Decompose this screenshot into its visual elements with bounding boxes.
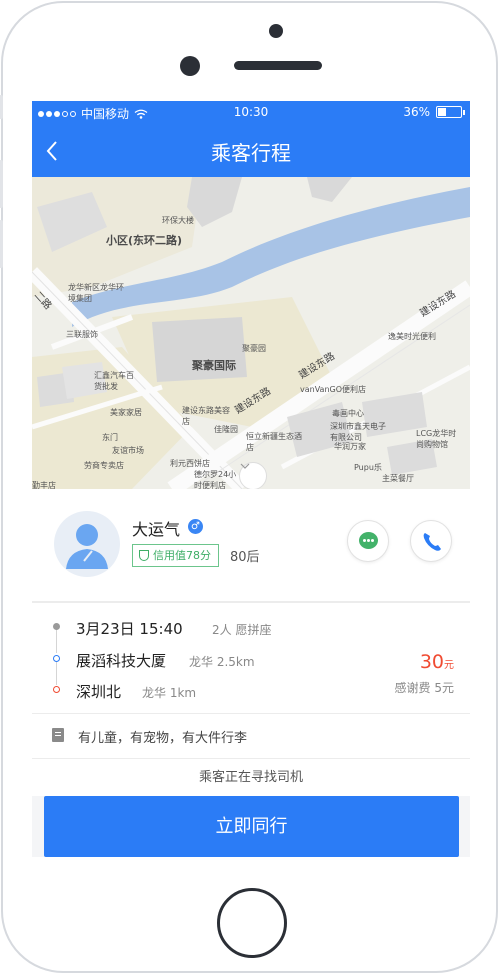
trip-date: 3月23日 15:40 (76, 618, 183, 639)
page-title: 乘客行程 (211, 141, 291, 165)
price-unit: 元 (444, 660, 454, 671)
avatar (54, 511, 120, 577)
front-camera (269, 24, 283, 38)
passenger-card: 大运气 ♂ 信用值78分 80后 (32, 489, 470, 602)
map-poi: Pupu乐 (354, 463, 382, 472)
map-poi: 深圳市鑫天电子有限公司 (330, 422, 386, 442)
route-line (56, 629, 57, 653)
nav-bar: 乘客行程 (32, 124, 470, 177)
volume-down-button (0, 220, 3, 268)
call-button[interactable] (410, 520, 452, 562)
map-poi: 德尔罗24小时便利店 (194, 470, 237, 489)
map-poi: 三联服饰 (66, 330, 98, 339)
home-button[interactable] (217, 888, 287, 958)
start-km: 2.5km (216, 655, 255, 669)
map-poi: 华润万家 (334, 442, 366, 451)
end-km: 1km (169, 686, 197, 700)
map-label-building: 聚豪国际 (192, 359, 236, 372)
status-bar: 中国移动 10:30 36% (32, 101, 470, 124)
trip-date-day: 3月23日 (76, 620, 135, 638)
phone-icon (423, 533, 441, 551)
join-trip-button[interactable]: 立即同行 (44, 796, 459, 857)
screen: 中国移动 10:30 36% 乘客行程 小区(东环二路) 聚豪国际 建设东路 建… (32, 101, 470, 877)
chat-bubble-icon (359, 532, 378, 549)
price: 30元 (420, 651, 454, 673)
start-dot (53, 655, 60, 662)
note-text: 有儿童，有宠物，有大件行李 (78, 731, 248, 746)
end-area: 龙华 (142, 686, 167, 700)
map-label-district: 小区(东环二路) (106, 234, 183, 247)
route-line (56, 661, 57, 685)
male-icon: ♂ (188, 519, 203, 534)
age-group: 80后 (230, 550, 260, 565)
map-poi: 龙华新区龙华环境集团 (68, 283, 124, 303)
end-dot (53, 686, 60, 693)
map-poi: 聚豪园 (242, 344, 266, 353)
seat-info: 2人 愿拼座 (212, 623, 272, 637)
time-dot (53, 623, 60, 630)
proximity-sensor (180, 56, 200, 76)
trip-card: 3月23日 15:40 2人 愿拼座 展滔科技大厦 龙华 2.5km 深圳北 龙… (32, 602, 470, 714)
thanks-fee: 感谢费 5元 (395, 679, 454, 696)
passenger-name: 大运气 (132, 520, 181, 539)
map-poi: 主菜餐厅 (382, 474, 414, 483)
map-poi: 勤丰店 (32, 481, 56, 489)
chat-button[interactable] (347, 520, 389, 562)
search-status: 乘客正在寻找司机 (32, 759, 470, 796)
map-poi: 毒画中心 (332, 409, 364, 418)
thanks-label: 感谢费 (394, 681, 431, 695)
map-poi: 劳商专卖店 (84, 461, 124, 470)
end-distance: 龙华 1km (142, 684, 196, 701)
map-poi: 东门 (102, 433, 118, 442)
map-poi: 佳隆园 (214, 425, 238, 434)
map-poi: 恒立新疆生态酒店 (246, 432, 302, 452)
start-area: 龙华 (189, 655, 214, 669)
map-poi: vanVanGO便利店 (300, 385, 367, 394)
trip-note: 有儿童，有宠物，有大件行李 (32, 714, 470, 759)
credit-label: 信用值78分 (153, 549, 211, 562)
bottom-padding (32, 857, 470, 877)
start-distance: 龙华 2.5km (189, 653, 255, 670)
map-poi: 友谊市场 (112, 446, 144, 455)
shield-icon (139, 550, 149, 561)
earpiece-speaker (234, 61, 322, 70)
battery-icon (436, 106, 465, 118)
map-poi: 美家家居 (110, 408, 142, 417)
price-value: 30 (419, 651, 444, 673)
map-poi: 汇鑫汽车百货批发 (94, 371, 134, 391)
map-poi: 环保大楼 (162, 216, 194, 225)
thanks-value: 5元 (434, 681, 454, 695)
note-icon (52, 728, 64, 742)
map-poi: 逸美时光便利 (388, 332, 436, 341)
map-poi: 利元西饼店 (170, 459, 210, 468)
credit-badge: 信用值78分 (132, 544, 219, 567)
mute-switch (0, 95, 3, 119)
map-view[interactable]: 小区(东环二路) 聚豪国际 建设东路 建设东路 建设东路 二路 环保大楼 龙华新… (32, 177, 470, 489)
chevron-down-icon[interactable] (239, 462, 267, 489)
trip-time: 15:40 (139, 620, 183, 638)
volume-up-button (0, 160, 3, 208)
map-poi: LCG龙华时尚购物馆 (416, 429, 457, 449)
battery-percent: 36% (403, 105, 430, 119)
end-location: 深圳北 (76, 683, 122, 701)
start-location: 展滔科技大厦 (76, 652, 167, 670)
